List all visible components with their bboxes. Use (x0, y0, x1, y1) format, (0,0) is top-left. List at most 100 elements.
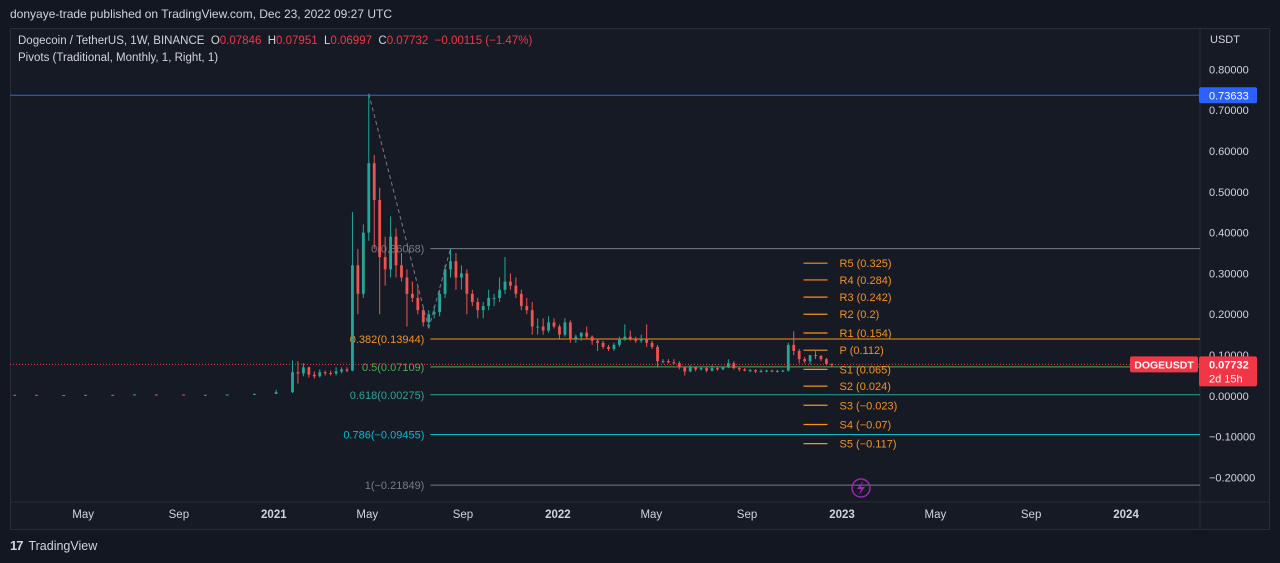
candle-body (786, 344, 790, 371)
pivot-level-label: S5 (−0.117) (840, 439, 897, 451)
y-tick-label: 0.20000 (1209, 309, 1249, 321)
candle-body (383, 257, 387, 270)
y-tick-label: 0.00000 (1209, 391, 1249, 403)
pivot-level-label: R4 (0.284) (840, 275, 892, 287)
candle-body (759, 370, 763, 372)
x-tick-label: 2021 (261, 509, 287, 521)
x-tick-label: May (72, 509, 94, 521)
y-tick-label: 0.60000 (1209, 146, 1249, 158)
candle-body (476, 301, 480, 311)
candle-body (819, 355, 823, 360)
candle-body (329, 373, 333, 375)
candle-body (62, 395, 66, 397)
candle-body (596, 340, 600, 343)
candle-body (672, 362, 676, 364)
x-tick-label: Sep (453, 509, 473, 521)
candle-body (808, 355, 812, 362)
symbol-legend: Dogecoin / TetherUS, 1W, BINANCE O0.0784… (18, 35, 532, 47)
candle-body (792, 344, 796, 351)
y-tick-label: −0.10000 (1209, 432, 1255, 444)
candle-body (721, 367, 725, 370)
candle-body (410, 293, 414, 298)
candle-body (203, 394, 207, 396)
candle-body (694, 367, 698, 370)
x-tick-label: Sep (1021, 509, 1041, 521)
candle-body (252, 393, 256, 395)
candle-body (35, 394, 38, 396)
low-value: 0.06997 (330, 35, 372, 47)
candle-body (340, 369, 343, 372)
candle-body (492, 297, 496, 299)
indicator-legend[interactable]: Pivots (Traditional, Monthly, 1, Right, … (18, 52, 218, 64)
fib-level-label: 0.5(0.07109) (362, 362, 424, 374)
price-chart[interactable]: 0.80000 0.70000 0.60000 0.50000 0.40000 0.300… (0, 0, 1280, 563)
candle-body (612, 344, 616, 349)
candle-body (541, 326, 545, 331)
y-tick-label: −0.20000 (1209, 473, 1255, 485)
y-tick-label: 0.50000 (1209, 187, 1249, 199)
candle-body (781, 370, 785, 372)
candle-body (323, 372, 327, 374)
candle-body (634, 338, 638, 341)
fib-trend-line (368, 93, 430, 329)
close-label: C (378, 35, 387, 47)
candle-body (775, 370, 779, 372)
candle-body (133, 394, 136, 396)
candle-body (699, 368, 703, 370)
candle-body (579, 332, 583, 337)
candle-body (661, 361, 665, 363)
candle-body (519, 293, 523, 307)
candle-body (563, 322, 567, 335)
candle-body (498, 289, 501, 298)
candle-body (552, 322, 556, 327)
x-tick-label: Sep (737, 509, 757, 521)
candle-body (607, 346, 610, 349)
candle-body (726, 363, 730, 368)
tradingview-logo-icon: 17 (10, 538, 24, 553)
pivot-level-label: S1 (0.065) (840, 364, 891, 376)
pivot-level-label: R2 (0.2) (840, 309, 880, 321)
tradingview-brand[interactable]: 17 TradingView (10, 538, 97, 553)
candle-body (650, 342, 654, 347)
candle-body (394, 236, 398, 266)
candle-body (617, 338, 621, 345)
ath-price-label: 0.73633 (1209, 90, 1249, 102)
candle-body (372, 163, 376, 200)
candle-body (743, 369, 747, 371)
y-tick-label: 0.80000 (1209, 64, 1249, 76)
candle-body (296, 372, 300, 374)
high-value: 0.07951 (276, 35, 318, 47)
pivot-level-label: S3 (−0.023) (840, 400, 898, 412)
candle-body (378, 199, 382, 258)
candle-body (351, 265, 354, 371)
candle-body (716, 368, 719, 370)
candle-body (307, 367, 311, 375)
symbol-name[interactable]: Dogecoin / TetherUS, 1W, BINANCE (18, 35, 204, 47)
open-value: 0.07846 (219, 35, 262, 47)
candle-body (460, 273, 463, 278)
candle-body (302, 367, 305, 374)
candle-body (84, 394, 87, 396)
x-tick-label: 2023 (829, 509, 855, 521)
candle-body (585, 332, 589, 337)
candle-body (291, 372, 294, 393)
candle-body (601, 342, 605, 347)
candle-body (427, 314, 431, 323)
candle-body (454, 261, 458, 278)
chart-screenshot: donyaye-trade published on TradingView.c… (0, 0, 1280, 563)
fib-level-label: 0.382(0.13944) (350, 334, 425, 346)
candle-body (111, 394, 115, 396)
candle-body (154, 394, 158, 396)
x-tick-label: May (356, 509, 378, 521)
candle-body (487, 297, 491, 307)
change-value: −0.00115 (−1.47%) (434, 35, 533, 47)
candle-body (803, 359, 807, 362)
candle-body (182, 394, 185, 396)
candle-body (312, 374, 316, 377)
candle-body (225, 394, 229, 396)
candle-body (765, 370, 768, 372)
candle-body (361, 232, 365, 294)
candle-body (639, 338, 643, 341)
candle-body (710, 368, 714, 371)
candle-body (525, 306, 529, 311)
